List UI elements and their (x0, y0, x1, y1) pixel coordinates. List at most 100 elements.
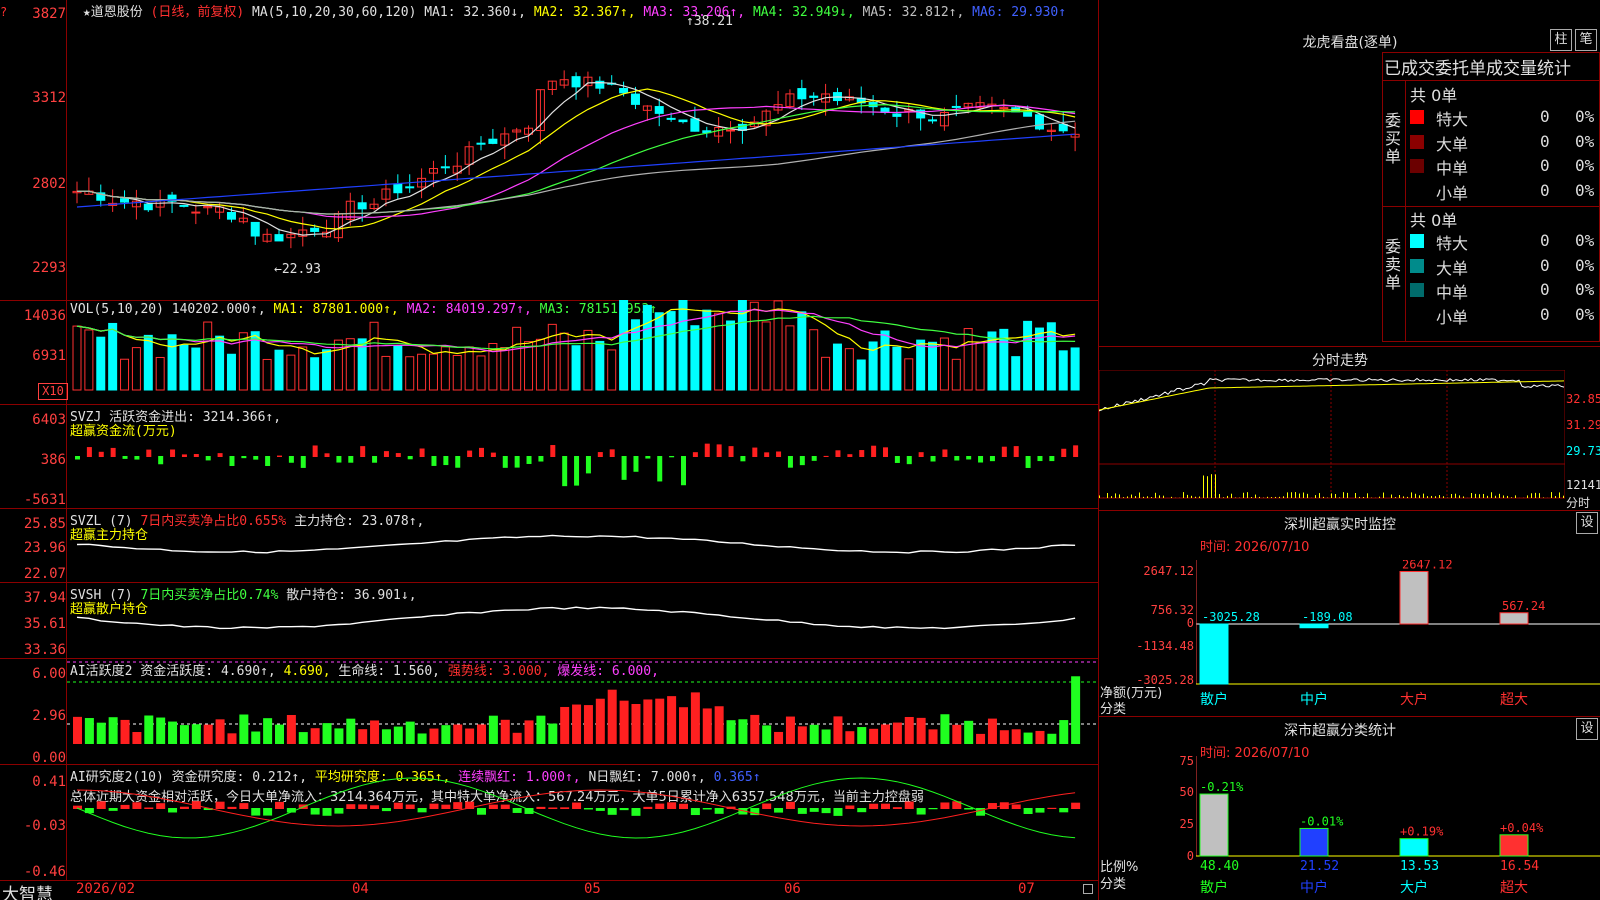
net-amount-bar (1199, 623, 1229, 685)
row-count: 0 (1540, 231, 1550, 250)
research-bar (429, 803, 439, 809)
research-bar (916, 808, 926, 815)
lock-icon[interactable] (1083, 884, 1093, 894)
volume-bar (714, 312, 724, 391)
ratio-value-label: 13.53 (1400, 859, 1439, 874)
volume-bar (892, 346, 902, 391)
flow-bar (942, 449, 948, 457)
candle-body (654, 106, 664, 114)
intraday-volume-bar (1307, 493, 1308, 498)
category-label: 超大 (1500, 880, 1528, 896)
intraday-volume-bar (1559, 492, 1560, 498)
volume-bar (96, 336, 106, 391)
intraday-volume-bar (1275, 496, 1276, 498)
activity-bar (286, 714, 296, 744)
month-label: 06 (784, 881, 801, 897)
intraday-volume-bar (1199, 496, 1200, 498)
flow-bar (1025, 456, 1031, 468)
intraday-volume-bar (1255, 494, 1256, 498)
research-bar (275, 801, 284, 809)
ma4-line (76, 103, 1076, 215)
flow-bar (621, 456, 627, 480)
intraday-chart[interactable] (1099, 370, 1565, 510)
volume-bar (595, 340, 605, 391)
flow-bar (894, 456, 900, 463)
color-swatch (1410, 159, 1424, 173)
activity-bar (857, 727, 867, 744)
svzj-axis-label: 386 (40, 452, 66, 468)
sz-monitor-settings-button[interactable]: 设 (1576, 512, 1598, 534)
net-amount-bar (1299, 623, 1329, 629)
flow-bar (419, 448, 425, 457)
row-pct: 0% (1575, 131, 1595, 151)
research-bar (512, 808, 522, 813)
bar-value-label: -189.08 (1302, 610, 1353, 624)
sell-row-1: 大单 0 0% (1410, 254, 1600, 278)
intraday-volume-bar (1159, 495, 1160, 498)
intraday-volume-bar (1135, 496, 1136, 498)
row-count: 0 (1540, 131, 1550, 151)
volume-bar (167, 334, 177, 391)
volume-bar (191, 347, 201, 391)
buy-row-1: 大单 0 0% (1410, 130, 1600, 154)
sz-class-settings-button[interactable]: 设 (1576, 718, 1598, 740)
activity-bar (904, 716, 914, 744)
bar-mode-button[interactable]: 柱 (1550, 29, 1572, 51)
candle-body (476, 142, 486, 145)
flow-bar (288, 456, 294, 463)
activity-bar (417, 733, 427, 744)
research-bar (120, 804, 130, 809)
flow-bar (681, 456, 686, 486)
flow-bar (966, 456, 972, 460)
price-axis-label: 3312 (32, 90, 66, 106)
tick-mode-button[interactable]: 笔 (1575, 29, 1597, 51)
row-label: 特大 (1436, 110, 1469, 129)
intraday-volume-bar (1191, 495, 1192, 498)
vol-unit-badge[interactable]: X10 (38, 383, 68, 400)
volume-bar (547, 323, 557, 391)
color-swatch (1410, 183, 1424, 198)
intraday-volume-bar (1211, 474, 1212, 498)
month-label: 2026/02 (76, 881, 136, 897)
research-bar (631, 808, 641, 816)
activity-bar (1011, 729, 1021, 744)
candle-body (250, 221, 260, 237)
volume-bar (286, 354, 296, 391)
research-bar (904, 801, 914, 809)
net-amount-bar (1399, 571, 1429, 625)
activity-bar (310, 728, 320, 744)
candle-body (274, 234, 284, 242)
research-bar (1071, 802, 1081, 809)
research-bar (869, 803, 879, 809)
category-label: 散户 (1200, 691, 1228, 708)
intraday-volume-bar (1331, 493, 1332, 498)
color-swatch (1410, 258, 1424, 273)
sell-row-3: 小单 0 0% (1410, 303, 1600, 327)
flow-bar (443, 456, 449, 466)
intraday-volume-bar (1383, 492, 1384, 498)
intraday-volume-bar (1487, 495, 1488, 498)
activity-bar (477, 724, 486, 744)
candle-body (678, 119, 688, 123)
candle-body (571, 76, 581, 88)
flow-bar (871, 445, 877, 457)
intraday-axis-label: 31.29 (1566, 418, 1600, 432)
intraday-volume-bar (1415, 493, 1416, 498)
intraday-volume-bar (1423, 493, 1424, 498)
row-pct: 0% (1575, 107, 1595, 126)
flow-bar (526, 456, 532, 464)
flow-bar (657, 456, 663, 482)
candle-body (488, 138, 498, 144)
research-bar (453, 802, 463, 809)
intraday-volume-bar (1503, 495, 1504, 498)
candlestick-chart[interactable] (67, 0, 1097, 300)
change-label: -0.01% (1300, 814, 1344, 828)
volume-bar (678, 300, 688, 391)
volume-bar (179, 344, 189, 391)
volume-bar (1058, 350, 1068, 391)
activity-bar (168, 721, 178, 744)
activity-bar (334, 728, 344, 744)
flow-bar (241, 456, 247, 459)
intraday-volume-bar (1551, 492, 1552, 498)
activity-bar (120, 719, 130, 744)
